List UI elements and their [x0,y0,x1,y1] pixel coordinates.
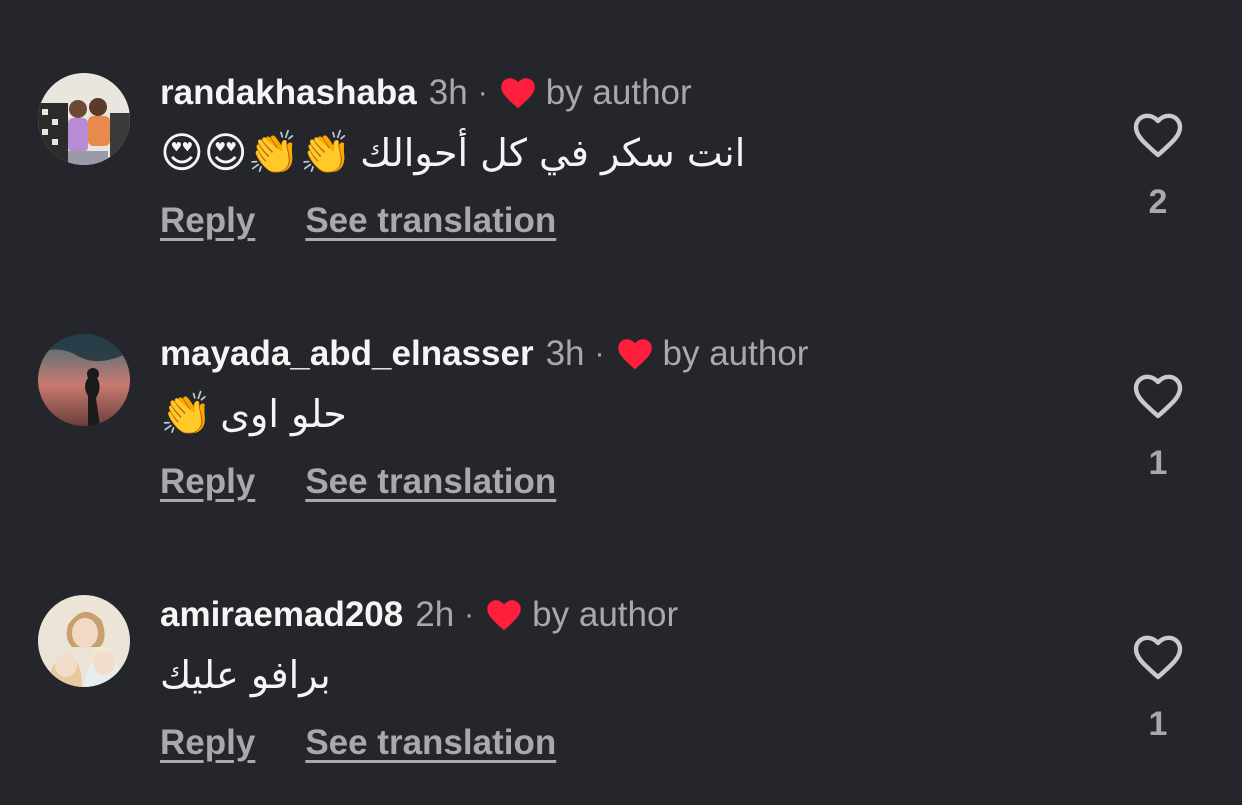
comment-emojis: 😍😍👏👏 [160,128,353,177]
username[interactable]: randakhashaba [160,73,417,113]
timestamp: 3h [428,73,468,112]
heart-outline-icon[interactable] [1132,111,1184,159]
like-count: 1 [1148,705,1168,743]
comment-body: انت سكر في كل أحوالك [360,131,746,175]
reply-button[interactable]: Reply [160,462,255,502]
comment-emojis: 👏 [160,389,213,438]
like-count: 1 [1148,444,1168,482]
timestamp: 2h [415,595,455,634]
comment-item: mayada_abd_elnasser 3h · by author 👏 حلو… [0,334,1242,534]
separator-dot: · [477,76,488,109]
comment-text: 👏 حلو اوى [160,384,347,444]
red-heart-icon [617,339,652,370]
by-author-label: by author [662,334,809,373]
avatar[interactable] [38,334,130,426]
comment-item: amiraemad208 2h · by author برافو عليك R… [0,595,1242,795]
comment-item: randakhashaba 3h · by author 😍😍👏👏 انت سك… [0,73,1242,273]
reply-button[interactable]: Reply [160,723,255,763]
by-author-label: by author [545,73,692,112]
avatar[interactable] [38,595,130,687]
separator-dot: · [594,337,605,370]
heart-outline-icon[interactable] [1132,372,1184,420]
timestamp: 3h [545,334,585,373]
comment-text: 😍😍👏👏 انت سكر في كل أحوالك [160,123,745,183]
see-translation-button[interactable]: See translation [305,723,556,763]
username[interactable]: amiraemad208 [160,595,403,635]
username[interactable]: mayada_abd_elnasser [160,334,534,374]
see-translation-button[interactable]: See translation [305,462,556,502]
separator-dot: · [464,598,475,631]
comment-body: حلو اوى [220,392,347,436]
avatar[interactable] [38,73,130,165]
comment-text: برافو عليك [160,645,331,705]
reply-button[interactable]: Reply [160,201,255,241]
comment-body: برافو عليك [160,653,331,697]
red-heart-icon [487,600,521,631]
heart-outline-icon[interactable] [1132,633,1184,681]
see-translation-button[interactable]: See translation [305,201,556,241]
like-count: 2 [1148,183,1168,221]
red-heart-icon [500,78,535,109]
by-author-label: by author [532,595,679,634]
